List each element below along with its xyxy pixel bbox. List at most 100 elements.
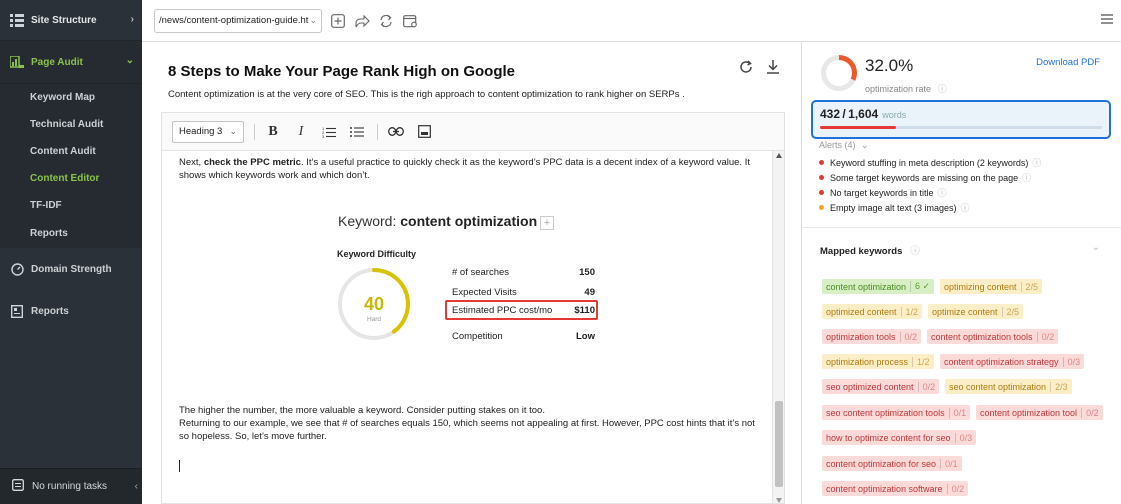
- sidebar-item-page-reports[interactable]: Reports: [0, 219, 142, 248]
- info-icon[interactable]: ⓘ: [938, 186, 947, 199]
- metric-value: Low: [576, 331, 595, 342]
- keyword-chip[interactable]: content optimization strategy 0/3: [940, 354, 1085, 369]
- metric-row: Expected Visits 49: [452, 287, 595, 298]
- sidebar-item-reports[interactable]: Reports: [0, 290, 142, 332]
- keyword-chip-score: 0/2: [917, 381, 935, 392]
- sidebar-item-tf-idf[interactable]: TF-IDF: [0, 192, 142, 219]
- text-run-bold: check the PPC metric: [203, 157, 301, 168]
- scroll-thumb[interactable]: [775, 401, 783, 487]
- sidebar-item-domain-strength[interactable]: Domain Strength: [0, 248, 142, 290]
- alerts-header-text: Alerts (4): [819, 140, 856, 150]
- keyword-chip-score: 0/2: [899, 331, 917, 342]
- plus-icon: +: [540, 216, 554, 230]
- sidebar-item-site-structure[interactable]: Site Structure ›: [0, 0, 142, 41]
- alert-dot: [819, 190, 824, 195]
- alert-text: No target keywords in title: [830, 187, 934, 198]
- keyword-chip-label: optimize content: [932, 306, 998, 317]
- heading-select-value: Heading 3: [179, 126, 223, 137]
- keyword-chip-label: optimizing content: [944, 281, 1017, 292]
- keyword-chip-label: seo content optimization tools: [826, 407, 945, 418]
- collapse-sidebar-icon[interactable]: ‹: [135, 481, 138, 492]
- scroll-up-icon: [776, 153, 782, 158]
- add-page-icon[interactable]: [330, 13, 346, 29]
- keyword-chip[interactable]: seo optimized content 0/2: [822, 379, 940, 394]
- info-icon[interactable]: ⓘ: [1032, 156, 1041, 169]
- sidebar-item-keyword-map[interactable]: Keyword Map: [0, 84, 142, 111]
- keyword-chip-label: seo optimized content: [826, 381, 914, 392]
- share-icon[interactable]: [354, 13, 370, 29]
- keyword-chip[interactable]: seo content optimization 2/3: [945, 379, 1072, 394]
- chevron-down-icon[interactable]: ⌄: [1092, 242, 1100, 253]
- paragraph: Returning to our example, we see that # …: [179, 418, 755, 442]
- keyword-chip[interactable]: content optimization tool 0/2: [976, 405, 1103, 420]
- info-icon[interactable]: ⓘ: [1022, 171, 1031, 184]
- keyword-chip[interactable]: optimization process 1/2: [822, 354, 934, 369]
- link-icon[interactable]: [386, 122, 406, 142]
- download-icon[interactable]: [766, 59, 780, 77]
- sidebar-item-content-audit[interactable]: Content Audit: [0, 138, 142, 165]
- paragraph: Next, check the PPC metric. It’s a usefu…: [179, 156, 759, 182]
- image-icon[interactable]: [414, 122, 434, 142]
- sync-icon[interactable]: [378, 13, 394, 29]
- keyword-chip-score: 2/5: [1001, 306, 1019, 317]
- rate-label-text: optimization rate: [865, 84, 932, 94]
- sidebar-item-technical-audit[interactable]: Technical Audit: [0, 111, 142, 138]
- bold-button[interactable]: B: [263, 122, 283, 142]
- keyword-chip[interactable]: optimization tools 0/2: [822, 329, 922, 344]
- optimization-rate-donut: [821, 55, 857, 91]
- keyword-chip-score: 0/3: [954, 432, 972, 443]
- sidebar-item-page-audit[interactable]: Page Audit ⌄: [0, 41, 142, 84]
- metric-label: Expected Visits: [452, 287, 517, 298]
- alerts-header[interactable]: Alerts (4) ⌄: [819, 140, 869, 151]
- heading-select[interactable]: Heading 3 ⌄: [172, 120, 244, 143]
- keyword-chip[interactable]: how to optimize content for seo 0/3: [822, 430, 977, 445]
- menu-icon[interactable]: [1101, 14, 1113, 27]
- keyword-chip-score: 0/1: [948, 407, 966, 418]
- content-editor: 8 Steps to Make Your Page Rank High on G…: [142, 42, 802, 504]
- refresh-icon[interactable]: [739, 60, 753, 77]
- sidebar-item-content-editor[interactable]: Content Editor: [0, 165, 142, 192]
- keyword-chip[interactable]: optimize content 2/5: [928, 304, 1024, 319]
- toolbar-divider: [254, 123, 255, 140]
- difficulty-gauge: 40 Hard: [338, 268, 410, 340]
- metric-label: # of searches: [452, 267, 510, 278]
- alert-item: Empty image alt text (3 images) ⓘ: [819, 201, 970, 214]
- optimization-panel: 32.0% optimization rate ⓘ Download PDF 4…: [802, 42, 1121, 504]
- keyword-chip-score: 0/2: [1081, 407, 1099, 418]
- info-icon[interactable]: ⓘ: [961, 201, 970, 214]
- keyword-chip[interactable]: content optimization software 0/2: [822, 481, 969, 496]
- keyword-heading: Keyword: content optimization: [338, 213, 537, 229]
- keyword-chip[interactable]: content optimization 6 ✓: [822, 279, 935, 294]
- gauge-icon: [10, 262, 24, 276]
- italic-button[interactable]: I: [291, 122, 311, 142]
- word-count-label: words: [882, 110, 907, 120]
- sidebar-label: Domain Strength: [31, 263, 112, 275]
- calendar-settings-icon[interactable]: [402, 13, 418, 29]
- url-select[interactable]: /news/content-optimization-guide.html ⌄: [154, 8, 322, 33]
- editor-body[interactable]: Next, check the PPC metric. It’s a usefu…: [161, 150, 785, 504]
- alert-item: Keyword stuffing in meta description (2 …: [819, 156, 1041, 169]
- info-icon[interactable]: ⓘ: [910, 246, 920, 257]
- tasks-footer[interactable]: No running tasks ‹: [0, 468, 142, 504]
- info-icon[interactable]: ⓘ: [938, 84, 947, 94]
- editor-scrollbar[interactable]: [772, 151, 784, 503]
- download-pdf-link[interactable]: Download PDF: [1036, 57, 1100, 68]
- chevron-down-icon: ⌄: [861, 140, 869, 150]
- alert-text: Some target keywords are missing on the …: [830, 172, 1019, 183]
- sidebar-label: Site Structure: [31, 14, 97, 26]
- keyword-chip-label: content optimization tool: [980, 407, 1078, 418]
- bullet-list-icon[interactable]: [347, 122, 367, 142]
- keyword-chip[interactable]: seo content optimization tools 0/1: [822, 405, 971, 420]
- keyword-chip-score: 0/3: [1062, 356, 1080, 367]
- keyword-chip[interactable]: optimized content 1/2: [822, 304, 923, 319]
- keyword-chip[interactable]: content optimization for seo 0/1: [822, 456, 962, 471]
- keyword-chip[interactable]: content optimization tools 0/2: [927, 329, 1059, 344]
- metric-label: Competition: [452, 331, 503, 342]
- numbered-list-icon[interactable]: 123: [319, 122, 339, 142]
- sidebar: Site Structure › Page Audit ⌄ Keyword Ma…: [0, 0, 142, 504]
- keyword-chip[interactable]: optimizing content 2/5: [940, 279, 1043, 294]
- alert-item: Some target keywords are missing on the …: [819, 171, 1031, 184]
- keyword-name: content optimization: [400, 213, 538, 229]
- page-audit-icon: [10, 55, 24, 69]
- difficulty-value: 40: [364, 294, 384, 314]
